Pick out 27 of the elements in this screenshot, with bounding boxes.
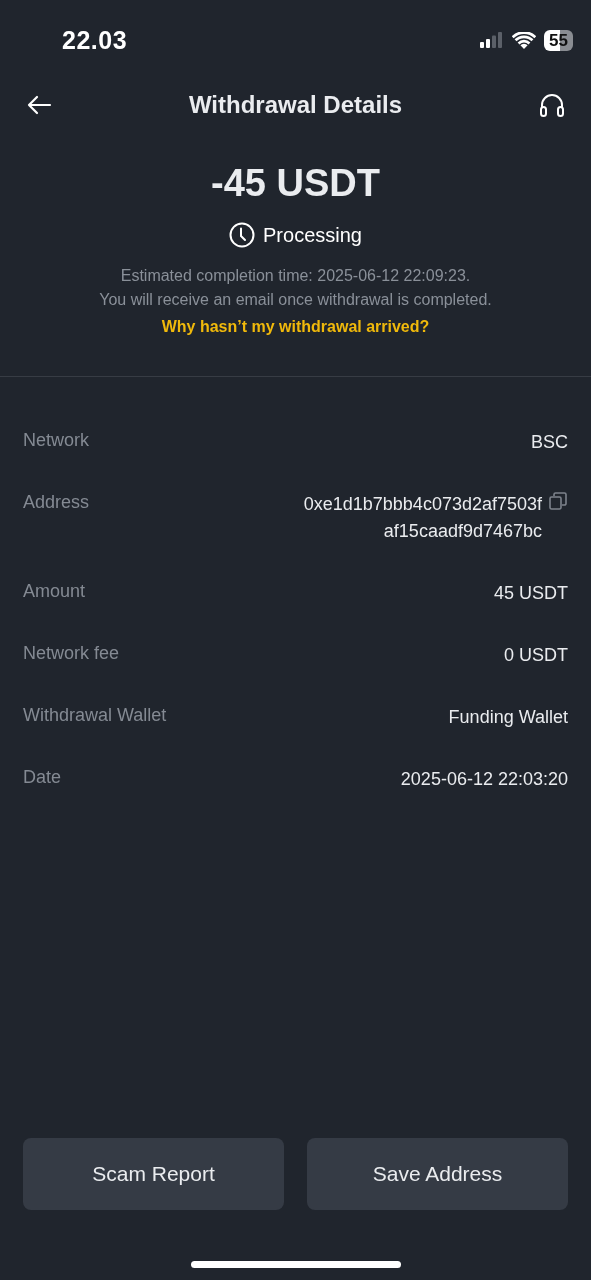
clock-icon [229,222,256,248]
detail-label: Withdrawal Wallet [23,704,167,727]
action-button[interactable]: Save Address [307,1138,568,1210]
action-button[interactable]: Scam Report [23,1138,284,1210]
detail-label: Address [23,491,90,514]
status-time: 22.03 [62,25,128,55]
detail-value: 45 USDT [493,582,568,605]
withdrawal-amount: -45 USDT [211,161,380,206]
detail-value: Funding Wallet [448,706,568,729]
detail-value: 0xe1d1b7bbb4c073d2af7503f af15caadf9d7467bc [303,493,542,543]
signal-icon [480,32,505,48]
page-title: Withdrawal Details [188,91,403,119]
help-link[interactable]: Why hasn’t my withdrawal arrived? [161,318,430,336]
wifi-icon [512,31,537,49]
headset-icon[interactable] [539,93,565,117]
detail-value: BSC [531,431,568,454]
detail-label: Network fee [23,642,120,665]
detail-label: Amount [23,580,86,603]
back-arrow-icon[interactable] [26,95,52,115]
status-label: Processing [263,223,362,247]
detail-label: Network [23,429,89,452]
completion-note: Estimated completion time: 2025-06-12 22:09:23. You will receive an email once withdrawal is completed. [99,266,492,310]
detail-value: 2025-06-12 22:03:20 [400,768,568,791]
detail-label: Date [23,766,62,789]
battery-indicator: 55 [544,29,573,51]
copy-icon[interactable] [548,491,568,511]
detail-value: 0 USDT [504,644,568,667]
